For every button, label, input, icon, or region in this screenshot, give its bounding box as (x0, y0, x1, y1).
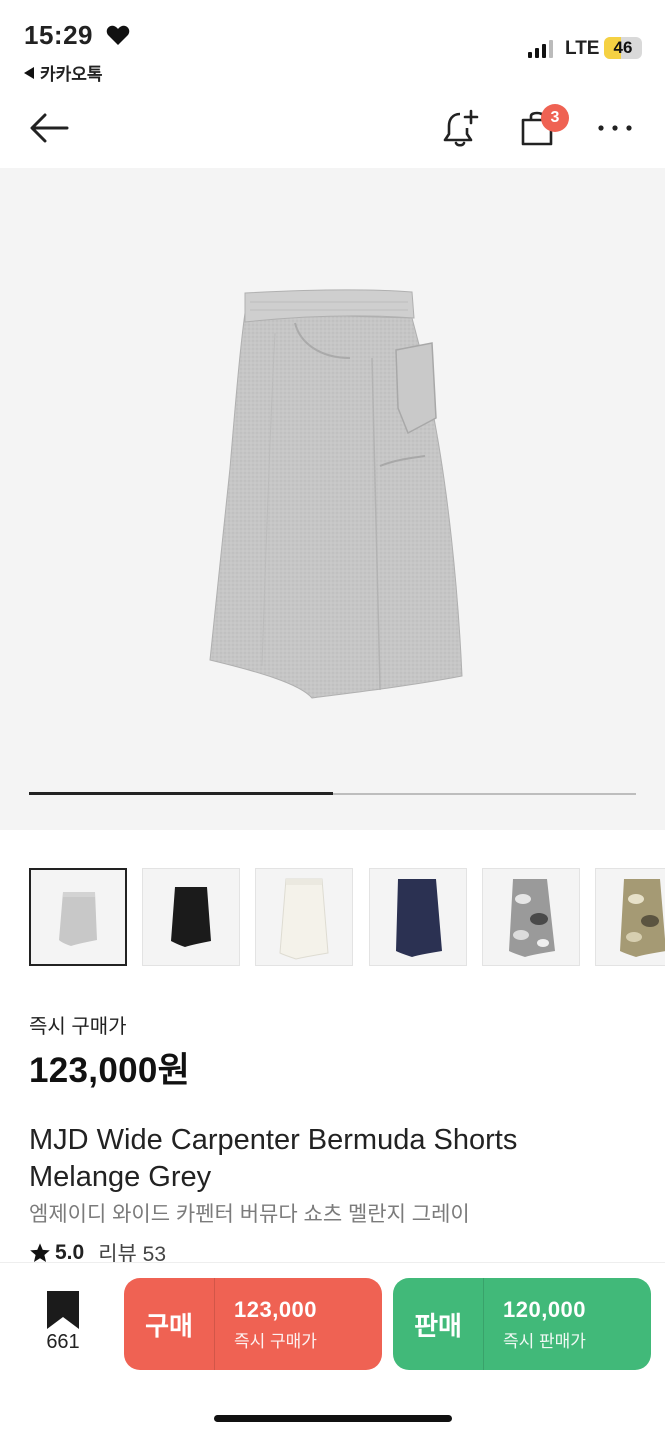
product-image-gallery[interactable] (0, 168, 665, 830)
star-icon (30, 1243, 50, 1262)
thumbnail-black[interactable] (142, 868, 240, 966)
back-triangle-icon (24, 66, 34, 79)
more-button[interactable] (590, 103, 640, 153)
bookmark-count: 661 (46, 1331, 80, 1353)
nav-bar (0, 95, 665, 165)
buy-sub-label: 즉시 구매가 (234, 1331, 317, 1351)
network-label: LTE (565, 38, 600, 59)
sell-amount: 120,000 (503, 1296, 587, 1322)
thumbnail-list (29, 868, 665, 966)
arrow-left-icon (30, 113, 69, 143)
buy-amount: 123,000 (234, 1296, 318, 1322)
product-image (209, 289, 463, 699)
product-title: MJD Wide Carpenter Bermuda Shorts Melang… (29, 1122, 639, 1196)
bookmark-icon (47, 1291, 79, 1329)
price-alert-button[interactable] (435, 103, 485, 153)
back-button[interactable] (24, 103, 74, 153)
bookmark-button[interactable] (40, 1291, 86, 1336)
bell-plus-icon (443, 109, 479, 147)
status-time: 15:29 (24, 20, 93, 50)
back-app-label: 카카오톡 (40, 65, 103, 84)
buy-label: 구매 (124, 1278, 215, 1370)
status-bar: 15:29 카카오톡 LTE 46 (0, 0, 665, 90)
product-title-korean: 엠제이디 와이드 카펜터 버뮤다 쇼츠 멜란지 그레이 (29, 1203, 470, 1226)
thumbnail-grey-camo[interactable] (482, 868, 580, 966)
thumbnail-khaki-camo[interactable] (595, 868, 665, 966)
thumbnail-grey[interactable] (29, 868, 127, 966)
gallery-progress-track (29, 792, 636, 795)
product-title-line1: MJD Wide Carpenter Bermuda Shorts (29, 1124, 518, 1156)
product-title-line2: Melange Grey (29, 1161, 212, 1193)
more-icon (598, 125, 632, 131)
bottom-action-bar: 661 구매 123,000 즉시 구매가 판매 120,000 즉시 판매가 (0, 1262, 665, 1440)
thumbnail-navy[interactable] (369, 868, 467, 966)
battery-level: 46 (613, 38, 633, 57)
back-to-app-link[interactable]: 카카오톡 (24, 60, 103, 85)
gallery-progress-fill (29, 792, 333, 795)
buy-button[interactable]: 구매 123,000 즉시 구매가 (124, 1278, 382, 1370)
cart-count-badge: 3 (541, 104, 569, 132)
battery-icon: 46 (604, 37, 642, 59)
instant-buy-price-label: 즉시 구매가 (29, 1016, 127, 1038)
thumbnail-ivory[interactable] (255, 868, 353, 966)
heart-icon (106, 25, 130, 45)
sell-label: 판매 (393, 1278, 484, 1370)
home-indicator (214, 1415, 452, 1422)
sell-sub-label: 즉시 판매가 (503, 1331, 586, 1351)
signal-icon (528, 40, 553, 58)
instant-buy-price: 123,000원 (29, 1051, 191, 1090)
sell-button[interactable]: 판매 120,000 즉시 판매가 (393, 1278, 651, 1370)
